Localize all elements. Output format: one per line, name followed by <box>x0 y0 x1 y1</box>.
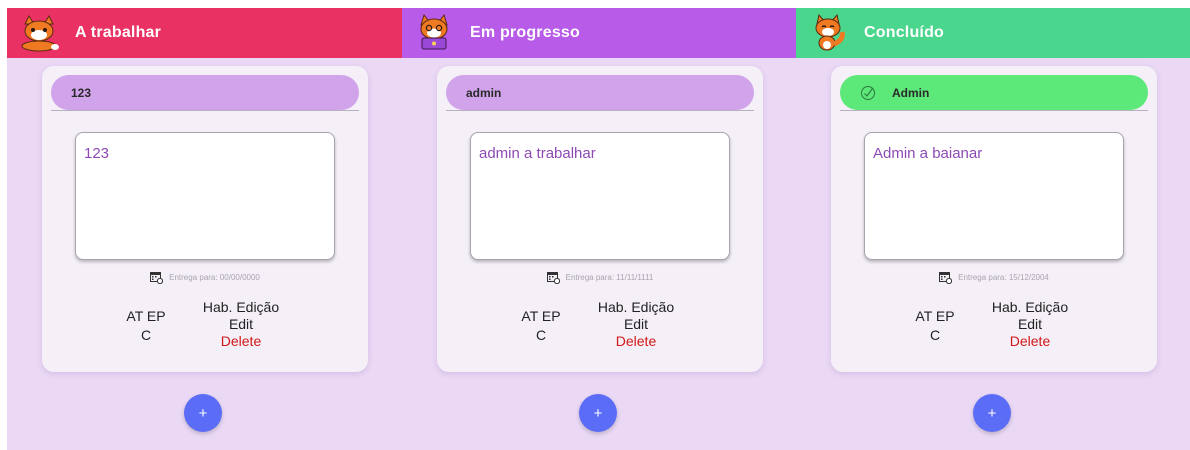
add-task-button[interactable]: + <box>973 394 1011 432</box>
column-title: A trabalhar <box>75 24 162 41</box>
task-name: admin <box>466 85 502 100</box>
fox-laptop-icon <box>414 13 454 53</box>
task-name: 123 <box>71 85 92 100</box>
edit-button[interactable]: Edit <box>186 316 296 333</box>
task-card: 123 123 Entrega para: 00/00/0000 AT EP C… <box>42 66 368 372</box>
task-actions: Hab. Edição Edit Delete <box>186 299 296 350</box>
calendar-icon <box>150 271 164 284</box>
stage-buttons: AT EP C <box>915 307 955 345</box>
stage-button-c[interactable]: C <box>126 326 166 345</box>
check-circle-icon <box>860 85 876 101</box>
calendar-icon <box>546 271 560 284</box>
divider <box>840 110 1148 111</box>
column-title: Em progresso <box>470 24 580 41</box>
stage-button-c[interactable]: C <box>521 326 561 345</box>
task-actions: Hab. Edição Edit Delete <box>975 299 1085 350</box>
task-actions: Hab. Edição Edit Delete <box>581 299 691 350</box>
column-title: Concluído <box>864 24 945 41</box>
column-em-progresso: Em progresso admin admin a trabalhar Ent… <box>402 8 796 450</box>
divider <box>51 110 359 111</box>
stage-button-c[interactable]: C <box>915 326 955 345</box>
task-name: Admin <box>892 85 930 100</box>
enable-edit-button[interactable]: Hab. Edição <box>581 299 691 316</box>
stage-buttons-top[interactable]: AT EP <box>915 307 955 326</box>
column-header: Concluído <box>796 8 1190 58</box>
kanban-board: A trabalhar 123 123 Entrega para: 00/00/… <box>7 8 1190 450</box>
delete-button[interactable]: Delete <box>186 333 296 350</box>
due-date-text: Entrega para: 00/00/0000 <box>169 273 260 282</box>
due-date-row: Entrega para: 15/12/2004 <box>831 271 1157 284</box>
fox-happy-icon <box>808 13 848 53</box>
due-date-row: Entrega para: 11/11/1111 <box>437 271 763 284</box>
column-header: Em progresso <box>402 8 796 58</box>
task-description[interactable]: 123 <box>75 132 335 260</box>
task-title-bar[interactable]: Admin <box>840 75 1148 110</box>
divider <box>446 110 754 111</box>
stage-buttons: AT EP C <box>126 307 166 345</box>
delete-button[interactable]: Delete <box>581 333 691 350</box>
delete-button[interactable]: Delete <box>975 333 1085 350</box>
stage-buttons-top[interactable]: AT EP <box>521 307 561 326</box>
stage-buttons: AT EP C <box>521 307 561 345</box>
add-task-button[interactable]: + <box>579 394 617 432</box>
enable-edit-button[interactable]: Hab. Edição <box>186 299 296 316</box>
due-date-row: Entrega para: 00/00/0000 <box>42 271 368 284</box>
enable-edit-button[interactable]: Hab. Edição <box>975 299 1085 316</box>
stage-buttons-top[interactable]: AT EP <box>126 307 166 326</box>
task-description[interactable]: Admin a baianar <box>864 132 1124 260</box>
task-card: admin admin a trabalhar Entrega para: 11… <box>437 66 763 372</box>
calendar-icon <box>939 271 953 284</box>
task-title-bar[interactable]: admin <box>446 75 754 110</box>
task-description[interactable]: admin a trabalhar <box>470 132 730 260</box>
column-header: A trabalhar <box>7 8 402 58</box>
due-date-text: Entrega para: 15/12/2004 <box>958 273 1049 282</box>
task-card: Admin Admin a baianar Entrega para: 15/1… <box>831 66 1157 372</box>
add-task-button[interactable]: + <box>184 394 222 432</box>
column-concluido: Concluído Admin Admin a baianar Entrega … <box>796 8 1190 450</box>
due-date-text: Entrega para: 11/11/1111 <box>565 273 654 282</box>
fox-lying-icon <box>19 13 59 53</box>
edit-button[interactable]: Edit <box>975 316 1085 333</box>
task-title-bar[interactable]: 123 <box>51 75 359 110</box>
edit-button[interactable]: Edit <box>581 316 691 333</box>
column-a-trabalhar: A trabalhar 123 123 Entrega para: 00/00/… <box>7 8 402 450</box>
